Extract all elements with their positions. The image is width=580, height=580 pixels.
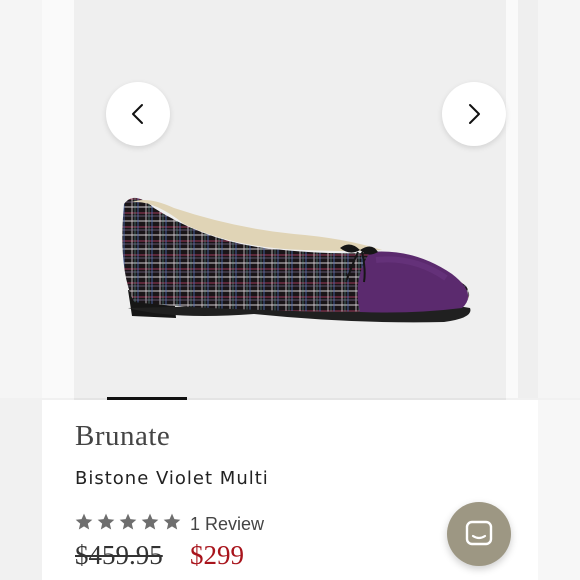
brand-name[interactable]: Brunate <box>75 420 170 453</box>
star-icon <box>141 513 159 530</box>
page-edge-right <box>538 0 580 398</box>
product-image <box>122 197 471 323</box>
product-image-carousel[interactable] <box>74 0 506 400</box>
chat-button[interactable] <box>447 502 511 566</box>
original-price: $459.95 <box>75 540 163 570</box>
chevron-left-icon <box>132 104 143 124</box>
star-icon <box>163 513 181 530</box>
page-edge-bottom-right <box>538 400 580 580</box>
gallery-gutter-right <box>506 0 518 398</box>
star-icon <box>97 513 115 530</box>
star-icon <box>75 513 93 530</box>
star-rating[interactable] <box>74 512 182 532</box>
previous-image-button[interactable] <box>106 82 170 146</box>
review-count-link[interactable]: 1 Review <box>190 514 264 535</box>
chevron-right-icon <box>469 104 480 124</box>
product-title: Bistone Violet Multi <box>75 468 269 489</box>
star-icon <box>119 513 137 530</box>
gallery-gutter-left <box>42 0 74 398</box>
next-slide-edge <box>518 0 538 398</box>
previous-slide-edge <box>0 0 42 398</box>
sale-price: $299 <box>190 540 244 570</box>
next-image-button[interactable] <box>442 82 506 146</box>
chat-icon <box>465 520 493 546</box>
